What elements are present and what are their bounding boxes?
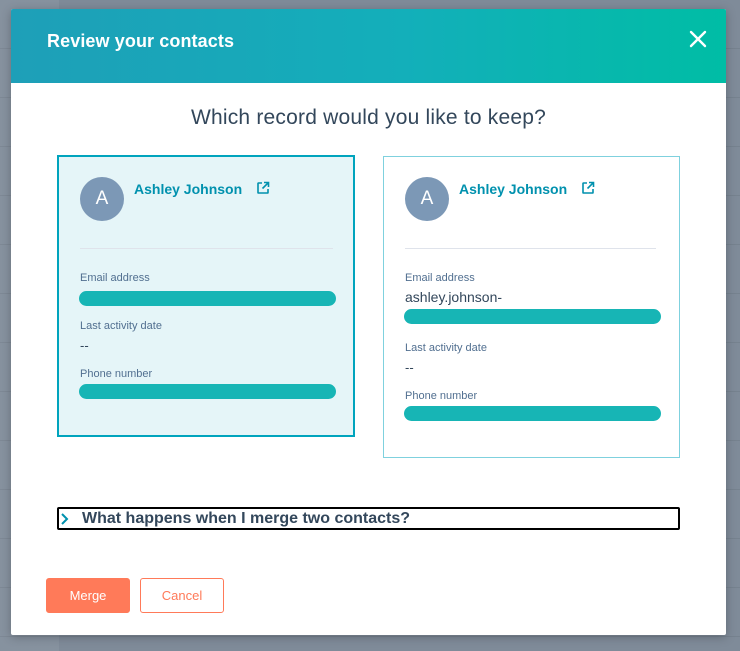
phone-value-redacted (79, 384, 336, 399)
external-link-icon[interactable] (256, 181, 270, 195)
avatar: A (405, 177, 449, 221)
modal-header: Review your contacts (11, 9, 726, 83)
close-icon (689, 30, 707, 48)
record-card-1[interactable]: A Ashley Johnson Email address Last acti… (57, 155, 355, 437)
contact-name-link[interactable]: Ashley Johnson (459, 181, 567, 197)
last-activity-value: -- (405, 360, 414, 375)
email-label: Email address (80, 272, 150, 284)
last-activity-label: Last activity date (80, 320, 162, 332)
close-button[interactable] (688, 29, 708, 49)
cancel-button[interactable]: Cancel (140, 578, 224, 613)
keep-record-question: Which record would you like to keep? (190, 106, 547, 129)
divider (80, 248, 333, 249)
external-link-icon[interactable] (581, 181, 595, 195)
review-contacts-modal: Review your contacts Which record would … (11, 9, 726, 635)
merge-faq-toggle[interactable]: What happens when I merge two contacts? (57, 507, 680, 530)
email-label: Email address (405, 272, 475, 284)
record-card-2[interactable]: A Ashley Johnson Email address ashley.jo… (383, 156, 680, 458)
email-value-redacted (404, 309, 661, 324)
modal-title: Review your contacts (47, 31, 235, 51)
phone-label: Phone number (405, 390, 478, 402)
email-value: ashley.johnson- (405, 289, 503, 305)
divider (405, 248, 656, 249)
contact-name-link[interactable]: Ashley Johnson (134, 181, 242, 197)
avatar: A (80, 177, 124, 221)
email-value-redacted (79, 291, 336, 306)
phone-label: Phone number (80, 368, 153, 380)
phone-value-redacted (404, 406, 661, 421)
chevron-right-icon (61, 513, 69, 525)
last-activity-label: Last activity date (405, 342, 487, 354)
merge-button[interactable]: Merge (46, 578, 130, 613)
merge-faq-label: What happens when I merge two contacts? (82, 510, 411, 527)
last-activity-value: -- (80, 338, 89, 353)
